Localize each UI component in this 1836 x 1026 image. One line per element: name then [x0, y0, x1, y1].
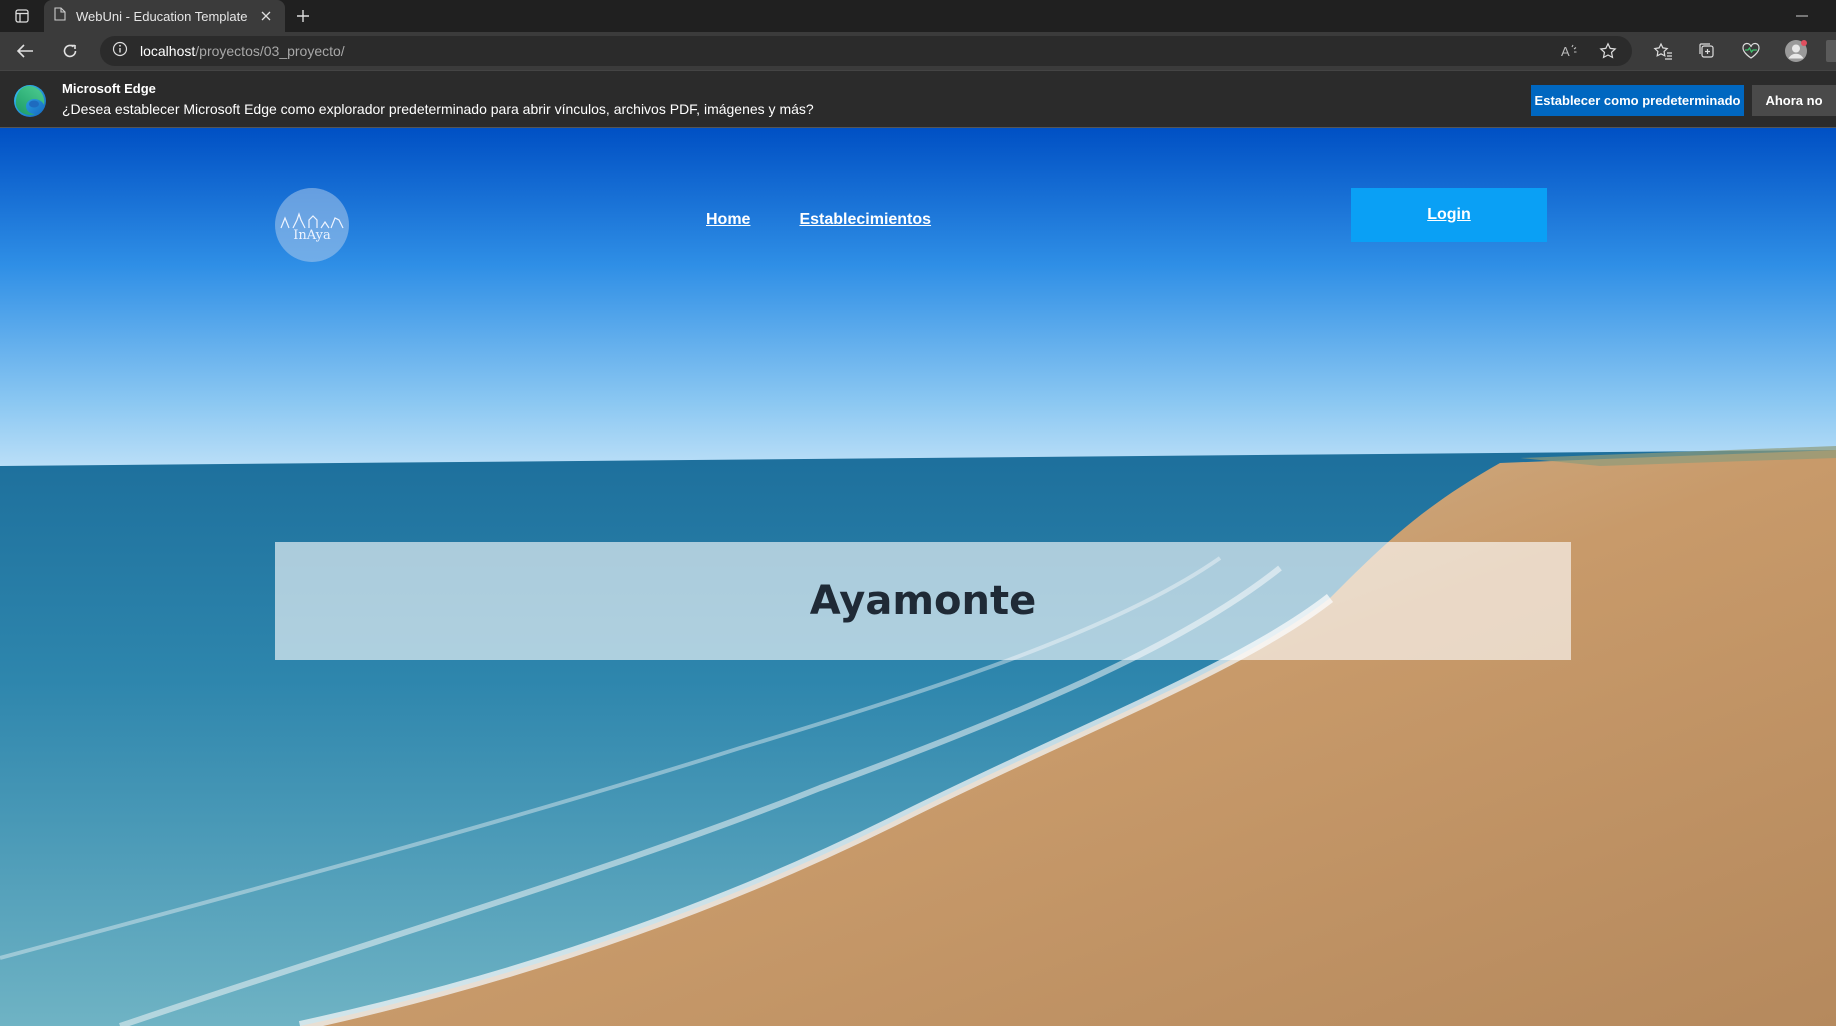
tab-strip: WebUni - Education Template — [0, 0, 1836, 32]
sidebar-edge[interactable] — [1826, 40, 1836, 62]
address-bar[interactable]: localhost/proyectos/03_proyecto/ A — [100, 36, 1632, 66]
page-icon — [54, 6, 66, 26]
minimize-icon[interactable] — [1790, 6, 1814, 26]
page-viewport: InAya Home Establecimientos Login Ayamon… — [0, 128, 1836, 1026]
info-icon[interactable] — [112, 41, 128, 62]
login-button[interactable]: Login — [1351, 188, 1547, 242]
browser-toolbar: localhost/proyectos/03_proyecto/ A — [0, 32, 1836, 70]
svg-text:A: A — [1561, 44, 1570, 58]
nav-home-link[interactable]: Home — [706, 211, 750, 229]
tab-actions-icon[interactable] — [10, 6, 34, 26]
tab-title: WebUni - Education Template — [76, 8, 248, 24]
favorite-star-icon[interactable] — [1594, 37, 1622, 65]
url-text: localhost/proyectos/03_proyecto/ — [140, 43, 345, 59]
favorites-icon[interactable] — [1649, 37, 1677, 65]
url-path: /proyectos/03_proyecto/ — [195, 43, 345, 59]
profile-avatar-icon[interactable] — [1782, 37, 1810, 65]
read-aloud-icon[interactable]: A — [1556, 37, 1584, 65]
new-tab-icon[interactable] — [292, 6, 314, 26]
default-browser-infobar: Microsoft Edge ¿Desea establecer Microso… — [0, 70, 1836, 128]
url-host: localhost — [140, 43, 196, 59]
logo-text: InAya — [293, 227, 331, 243]
not-now-button[interactable]: Ahora no — [1752, 85, 1836, 116]
browser-essentials-icon[interactable] — [1737, 37, 1765, 65]
hero-title-box: Ayamonte — [275, 542, 1571, 660]
reload-icon[interactable] — [56, 37, 84, 65]
collections-icon[interactable] — [1693, 37, 1721, 65]
close-tab-icon[interactable] — [257, 7, 275, 25]
infobar-title: Microsoft Edge — [62, 81, 156, 96]
set-default-button[interactable]: Establecer como predeterminado — [1531, 85, 1744, 116]
microsoft-edge-logo-icon — [13, 84, 47, 118]
nav-establecimientos-link[interactable]: Establecimientos — [799, 211, 931, 229]
back-arrow-icon[interactable] — [11, 37, 39, 65]
browser-tab[interactable]: WebUni - Education Template — [44, 0, 285, 32]
infobar-message: ¿Desea establecer Microsoft Edge como ex… — [62, 101, 814, 117]
main-nav: Home Establecimientos — [706, 211, 931, 229]
hero-title: Ayamonte — [809, 578, 1037, 624]
site-logo[interactable]: InAya — [275, 188, 349, 262]
